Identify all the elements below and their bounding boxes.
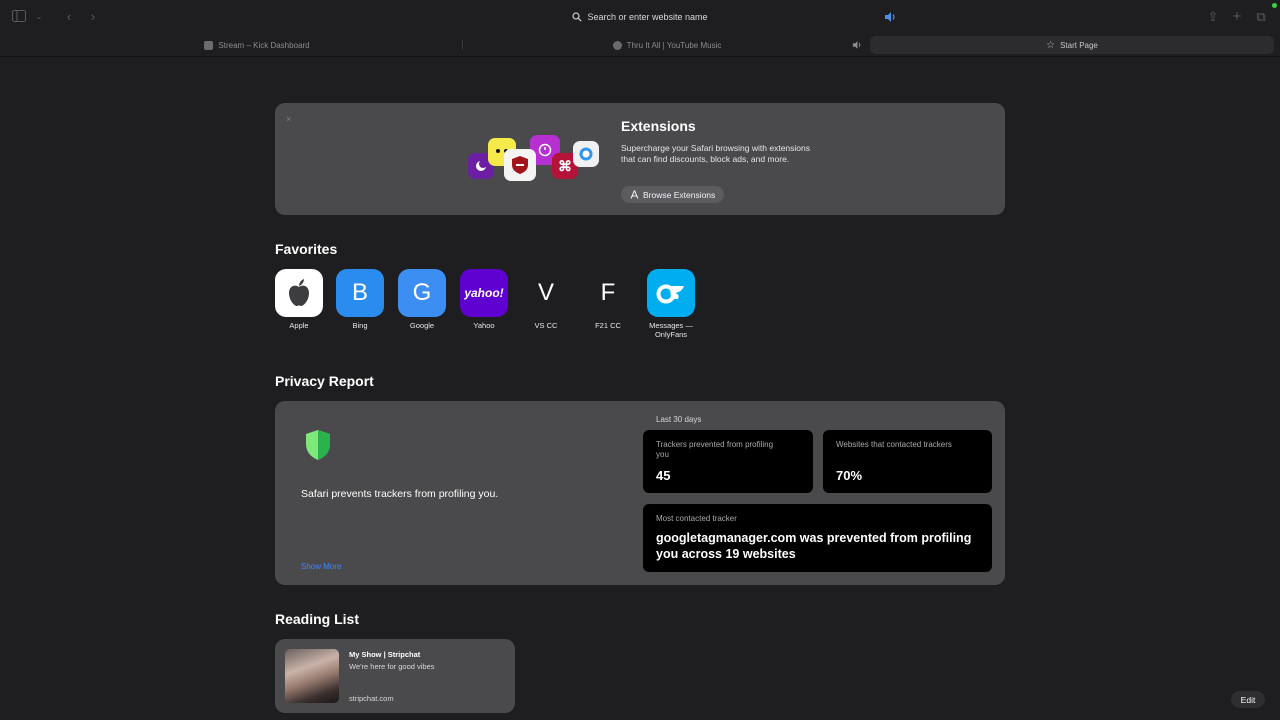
recording-indicator (1272, 3, 1277, 8)
back-icon[interactable]: ‹ (62, 10, 76, 24)
period-label: Last 30 days (656, 415, 702, 424)
extensions-description: Supercharge your Safari browsing with ex… (621, 143, 810, 164)
favorite-label: F21 CC (595, 321, 621, 330)
extensions-title: Extensions (621, 118, 696, 134)
tab-divider (462, 40, 463, 50)
shield-icon (306, 430, 330, 460)
reading-list-item-url: stripchat.com (349, 694, 394, 703)
edit-button[interactable]: Edit (1231, 691, 1265, 708)
apple-icon (275, 269, 323, 317)
chevron-down-icon[interactable]: ⌄ (32, 10, 46, 24)
app-store-icon (630, 190, 639, 199)
tab-bar: Stream – Kick Dashboard Thru It All | Yo… (0, 34, 1280, 57)
letter-f-icon: F (584, 269, 632, 317)
address-placeholder: Search or enter website name (587, 12, 708, 22)
browse-extensions-label: Browse Extensions (643, 189, 716, 200)
most-contacted-text: googletagmanager.com was prevented from … (656, 531, 972, 561)
privacy-report-card[interactable]: Safari prevents trackers from profiling … (275, 401, 1005, 585)
tab-label: Start Page (1060, 40, 1098, 50)
browse-extensions-button[interactable]: Browse Extensions (621, 186, 725, 203)
reading-list-title: Reading List (275, 611, 360, 627)
reading-list-item-subtitle: We're here for good vibes (349, 662, 435, 671)
yahoo-icon: yahoo! (460, 269, 508, 317)
websites-contacted-box: Websites that contacted trackers 70% (823, 430, 992, 493)
reading-list-thumbnail (285, 649, 339, 703)
google-icon: G (398, 269, 446, 317)
privacy-message: Safari prevents trackers from profiling … (301, 488, 499, 500)
browser-toolbar: ⌄ ‹ › Search or enter website name ⇪ + ⧉ (0, 0, 1280, 34)
reading-list-item-title: My Show | Stripchat (349, 650, 421, 659)
favorite-onlyfans[interactable]: Messages — OnlyFans (640, 269, 702, 339)
tab-youtube-music[interactable]: Thru It All | YouTube Music (464, 36, 870, 54)
tab-kick-dashboard[interactable]: Stream – Kick Dashboard (54, 36, 460, 54)
websites-contacted-value: 70% (836, 468, 863, 483)
most-contacted-tracker-box: Most contacted tracker googletagmanager.… (643, 504, 992, 572)
favorite-bing[interactable]: B Bing (329, 269, 391, 330)
trackers-prevented-label: Trackers prevented from profiling you (656, 440, 774, 459)
favorite-apple[interactable]: Apple (268, 269, 330, 330)
speaker-icon[interactable] (884, 11, 898, 23)
favorite-label: Apple (289, 321, 309, 330)
websites-contacted-label: Websites that contacted trackers (836, 440, 952, 449)
adblock-shield-icon (504, 149, 536, 181)
favorite-google[interactable]: G Google (391, 269, 453, 330)
favorite-yahoo[interactable]: yahoo! Yahoo (453, 269, 515, 330)
favorite-label: Yahoo (473, 321, 495, 330)
reading-list-item[interactable]: My Show | Stripchat We're here for good … (275, 639, 515, 713)
onlyfans-icon (647, 269, 695, 317)
favorites-title: Favorites (275, 241, 338, 257)
trackers-prevented-box: Trackers prevented from profiling you 45 (643, 430, 813, 493)
favorite-label: VS CC (534, 321, 558, 330)
tab-overview-icon[interactable]: ⧉ (1254, 10, 1268, 24)
forward-icon[interactable]: › (86, 10, 100, 24)
address-bar[interactable]: Search or enter website name (360, 8, 920, 26)
speaker-icon[interactable] (852, 40, 863, 50)
favorite-vs-cc[interactable]: V VS CC (515, 269, 577, 330)
close-icon[interactable]: × (286, 114, 291, 124)
kick-icon (204, 40, 214, 50)
extension-icons-cluster: ⌘ (468, 135, 603, 187)
extensions-card: × ⌘ Extensions Supercharge your Safari b… (275, 103, 1005, 215)
favorite-label: Google (409, 321, 435, 330)
tab-label: Thru It All | YouTube Music (626, 40, 722, 50)
favorite-label: Messages — OnlyFans (649, 321, 693, 339)
search-icon (572, 12, 583, 22)
favorite-f21-cc[interactable]: F F21 CC (577, 269, 639, 330)
tab-start-page[interactable]: ☆ Start Page (870, 36, 1274, 54)
favorite-label: Bing (352, 321, 368, 330)
youtube-music-icon (612, 40, 622, 50)
blue-circle-extension-icon (573, 141, 599, 167)
privacy-report-title: Privacy Report (275, 373, 374, 389)
tab-label: Stream – Kick Dashboard (218, 40, 310, 50)
letter-v-icon: V (522, 269, 570, 317)
most-contacted-label: Most contacted tracker (656, 514, 737, 523)
sidebar-toggle-icon[interactable] (12, 10, 26, 24)
bing-icon: B (336, 269, 384, 317)
new-tab-icon[interactable]: + (1230, 9, 1244, 24)
trackers-prevented-value: 45 (656, 468, 671, 483)
star-icon: ☆ (1046, 39, 1056, 51)
share-icon[interactable]: ⇪ (1206, 10, 1220, 24)
show-more-link[interactable]: Show More (301, 562, 341, 571)
